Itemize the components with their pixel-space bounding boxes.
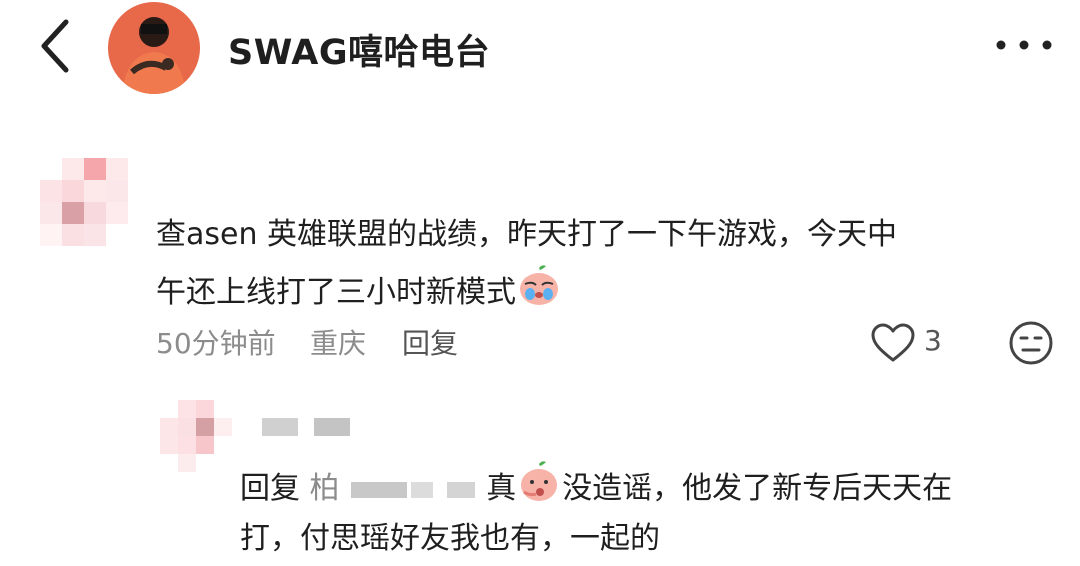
reply-text-a: 真 [486, 471, 517, 506]
redacted-mention [411, 481, 434, 498]
comment-location: 重庆 [310, 327, 367, 360]
channel-avatar[interactable] [108, 2, 200, 94]
commenter-avatar[interactable] [40, 158, 128, 246]
reply-text-b: 没造谣，他发了新专后天天在 [562, 471, 953, 506]
comment-text: 查asen 英雄联盟的战绩，昨天打了一下午游戏，今天中 午还上线打了三小时新模式 [156, 207, 1056, 320]
redacted-mention [446, 481, 475, 498]
redacted-mention [351, 481, 408, 498]
more-horizontal-icon[interactable] [994, 38, 1054, 52]
reply-text: 回复 柏 真 没造谣，他发了新专后天天在 [240, 458, 1060, 516]
reply-prefix: 回复 [240, 471, 300, 506]
like-count: 3 [924, 324, 942, 357]
crying-peach-emoji-icon [520, 265, 558, 305]
comment-line-text: 午还上线打了三小时新模式 [156, 275, 516, 310]
reply-button[interactable]: 回复 [402, 322, 458, 362]
reply-mention[interactable]: 柏 [310, 471, 340, 506]
heart-outline-icon[interactable] [870, 322, 916, 364]
replier-avatar[interactable] [160, 400, 232, 472]
back-chevron-icon[interactable] [36, 18, 76, 74]
comment-time: 50分钟前 [156, 327, 276, 360]
comment-line: 查asen 英雄联盟的战绩，昨天打了一下午游戏，今天中 [156, 217, 898, 252]
redacted-username [262, 418, 350, 436]
smiley-face-icon[interactable] [1008, 320, 1054, 366]
reply-text-line2: 打，付思瑶好友我也有，一起的 [240, 521, 660, 556]
page-title: SWAG嘻哈电台 [228, 33, 491, 73]
shy-peach-emoji-icon [521, 461, 558, 501]
comment-line: 午还上线打了三小时新模式 [156, 262, 1056, 320]
